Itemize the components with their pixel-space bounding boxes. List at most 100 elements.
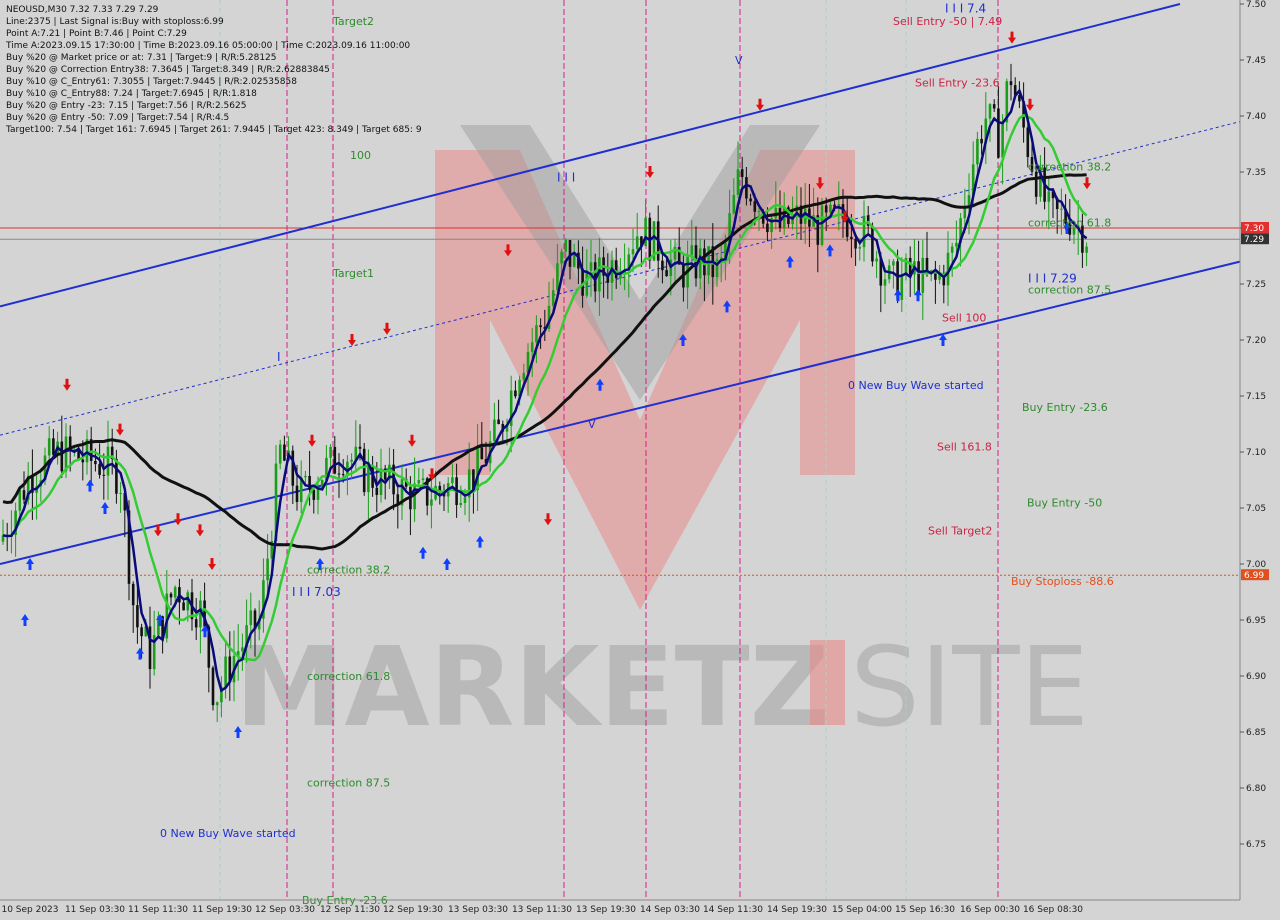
annotation-label: 100 bbox=[350, 149, 371, 162]
candle-body bbox=[862, 215, 866, 248]
candle-body bbox=[858, 247, 862, 249]
candle-body bbox=[81, 459, 85, 463]
y-tick-label: 6.85 bbox=[1246, 728, 1266, 738]
x-tick-label: 13 Sep 11:30 bbox=[512, 905, 572, 915]
x-tick-label: 12 Sep 19:30 bbox=[383, 905, 443, 915]
candle-body bbox=[224, 656, 227, 687]
candle-body bbox=[757, 211, 761, 213]
annotation-label: correction 87.5 bbox=[1028, 284, 1111, 297]
candle-body bbox=[18, 490, 22, 511]
candle-body bbox=[514, 390, 517, 397]
candle-body bbox=[824, 205, 828, 213]
candle-body bbox=[493, 419, 496, 442]
candle-body bbox=[585, 270, 589, 296]
annotation-label: I bbox=[277, 350, 281, 364]
x-tick-label: 15 Sep 16:30 bbox=[895, 905, 955, 915]
candle-body bbox=[522, 372, 526, 380]
y-tick-label: 7.05 bbox=[1246, 504, 1266, 514]
candle-body bbox=[140, 627, 143, 637]
x-tick-label: 14 Sep 03:30 bbox=[640, 905, 700, 915]
annotation-label: Target2 bbox=[332, 15, 374, 28]
y-tick-label: 7.50 bbox=[1246, 0, 1266, 10]
info-line: Target100: 7.54 | Target 161: 7.6945 | T… bbox=[5, 125, 422, 135]
x-tick-label: 11 Sep 19:30 bbox=[192, 905, 252, 915]
x-tick-label: 14 Sep 19:30 bbox=[767, 905, 827, 915]
candle-body bbox=[661, 260, 664, 271]
candle-body bbox=[921, 257, 925, 293]
info-line: Buy %10 @ C_Entry88: 7.24 | Target:7.694… bbox=[6, 89, 257, 99]
x-tick-label: 12 Sep 03:30 bbox=[255, 905, 315, 915]
candle-body bbox=[745, 177, 748, 199]
annotation-label: correction 38.2 bbox=[1028, 160, 1111, 173]
y-tick-label: 7.40 bbox=[1246, 112, 1266, 122]
x-tick-label: 14 Sep 11:30 bbox=[703, 905, 763, 915]
candle-body bbox=[194, 619, 198, 628]
candle-body bbox=[60, 441, 64, 472]
candle-body bbox=[333, 446, 337, 474]
candle-body bbox=[463, 497, 467, 503]
candle-body bbox=[850, 236, 853, 239]
candle-body bbox=[564, 239, 568, 252]
candle-body bbox=[1060, 208, 1063, 210]
info-line: Time A:2023.09.15 17:30:00 | Time B:2023… bbox=[5, 41, 410, 51]
candle-body bbox=[732, 194, 736, 214]
annotation-label: correction 61.8 bbox=[307, 670, 390, 683]
y-tick-label: 7.15 bbox=[1246, 392, 1266, 402]
candle-body bbox=[900, 275, 904, 300]
annotation-label: Sell Entry -50 | 7.49 bbox=[893, 15, 1002, 28]
y-tick-label: 6.90 bbox=[1246, 672, 1266, 682]
y-tick-label: 6.80 bbox=[1246, 784, 1266, 794]
candle-body bbox=[740, 169, 744, 178]
candle-body bbox=[375, 487, 379, 495]
annotation-label: correction 38.2 bbox=[307, 564, 390, 577]
candle-body bbox=[329, 446, 332, 458]
candle-body bbox=[1081, 225, 1084, 253]
x-tick-label: 11 Sep 03:30 bbox=[65, 905, 125, 915]
annotation-label: Target1 bbox=[332, 267, 374, 280]
x-tick-label: 11 Sep 11:30 bbox=[128, 905, 188, 915]
candle-body bbox=[883, 279, 887, 286]
candle-body bbox=[950, 246, 954, 253]
x-tick-label: 13 Sep 03:30 bbox=[448, 905, 508, 915]
y-tick-label: 7.10 bbox=[1246, 448, 1266, 458]
x-tick-label: 12 Sep 11:30 bbox=[320, 905, 380, 915]
candle-body bbox=[530, 342, 534, 352]
candle-body bbox=[421, 478, 425, 481]
info-line: Buy %10 @ C_Entry61: 7.3055 | Target:7.9… bbox=[6, 77, 297, 87]
candle-body bbox=[278, 444, 282, 464]
candle-body bbox=[917, 261, 920, 293]
info-line: Buy %20 @ Entry -50: 7.09 | Target:7.54 … bbox=[6, 113, 229, 123]
x-axis: 10 Sep 2023 11 Sep 03:30 11 Sep 11:30 11 Se… bbox=[1, 905, 1083, 915]
y-tick-label: 6.75 bbox=[1246, 840, 1266, 850]
candle-body bbox=[854, 238, 857, 249]
candle-body bbox=[829, 204, 832, 213]
candle-body bbox=[47, 438, 51, 456]
price-tag-label: 7.30 bbox=[1244, 224, 1264, 234]
x-tick-label: 16 Sep 08:30 bbox=[1023, 905, 1083, 915]
candle-body bbox=[665, 270, 668, 277]
annotation-label: V bbox=[735, 54, 743, 67]
candle-body bbox=[631, 249, 635, 255]
candle-body bbox=[992, 104, 996, 109]
candle-body bbox=[346, 461, 349, 475]
candle-body bbox=[367, 465, 370, 493]
candle-body bbox=[1085, 246, 1088, 253]
annotation-label: 0 New Buy Wave started bbox=[848, 379, 984, 392]
annotation-label: I I I 7.03 bbox=[292, 585, 341, 599]
watermark-text-right: SITE bbox=[850, 623, 1089, 751]
candle-body bbox=[94, 460, 97, 465]
candle-body bbox=[497, 419, 500, 424]
annotation-label: Sell 100 bbox=[942, 312, 986, 325]
candle-body bbox=[98, 464, 101, 475]
annotation-label: I I I 7.4 bbox=[945, 1, 986, 15]
candle-body bbox=[291, 450, 295, 486]
candle-body bbox=[845, 218, 849, 237]
candle-body bbox=[106, 446, 110, 476]
info-line: Point A:7.21 | Point B:7.46 | Point C:7.… bbox=[6, 29, 187, 39]
candle-body bbox=[283, 444, 286, 461]
candle-body bbox=[304, 475, 307, 478]
candle-body bbox=[963, 208, 967, 219]
candle-body bbox=[955, 242, 958, 247]
candle-body bbox=[1047, 191, 1051, 202]
annotation-label: V bbox=[588, 418, 596, 431]
